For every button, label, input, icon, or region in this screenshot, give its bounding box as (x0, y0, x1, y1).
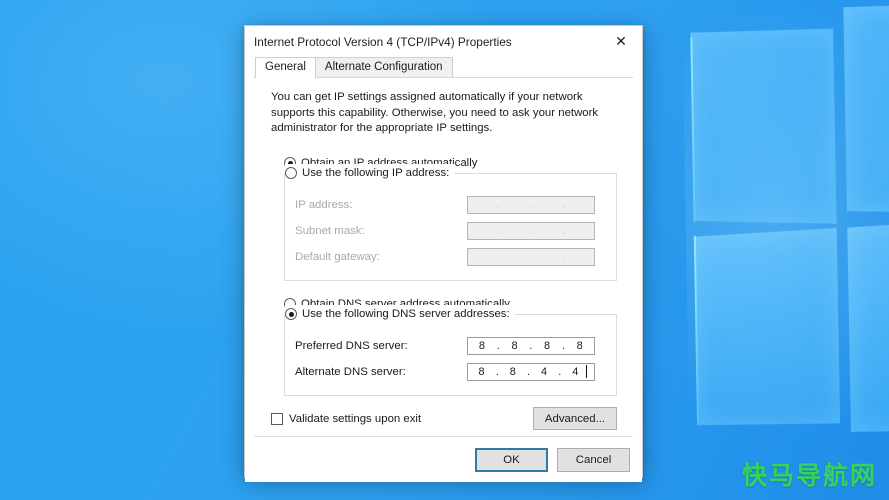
input-alternate-dns-server[interactable]: 8 . 8 . 4 . 4 (467, 363, 595, 381)
label-alternate-dns-server: Alternate DNS server: (295, 366, 467, 378)
tcpip-properties-dialog: Internet Protocol Version 4 (TCP/IPv4) P… (244, 25, 643, 478)
octet-separator: . (494, 366, 500, 378)
desktop: 快马导航网 Internet Protocol Version 4 (TCP/I… (0, 0, 889, 500)
octet-separator: . (561, 340, 567, 352)
radio-indicator-use-following-dns (285, 308, 297, 320)
octet-separator: . (526, 366, 532, 378)
field-row-preferred-dns: Preferred DNS server: 8 . 8 . 8 . 8 (295, 333, 606, 359)
octet-separator: . (528, 225, 534, 237)
cancel-button[interactable]: Cancel (557, 448, 630, 472)
tab-panel-general: You can get IP settings assigned automat… (254, 77, 633, 437)
input-subnet-mask[interactable]: . . . (467, 222, 595, 240)
field-row-default-gateway: Default gateway: . . . (295, 244, 606, 270)
input-default-gateway[interactable]: . . . (467, 248, 595, 266)
dialog-title: Internet Protocol Version 4 (TCP/IPv4) P… (254, 35, 512, 49)
input-preferred-dns-server[interactable]: 8 . 8 . 8 . 8 (467, 337, 595, 355)
octet-separator: . (561, 199, 567, 211)
octet: 8 (475, 340, 489, 352)
label-default-gateway: Default gateway: (295, 251, 467, 263)
text-caret (586, 365, 587, 378)
label-subnet-mask: Subnet mask: (295, 225, 467, 237)
tab-alternate-configuration[interactable]: Alternate Configuration (315, 57, 453, 78)
radio-use-following-ip[interactable]: Use the following IP address: (285, 164, 454, 183)
octet: 4 (537, 366, 551, 378)
windows-logo-wallpaper (682, 0, 889, 474)
octet: 8 (475, 366, 489, 378)
input-ip-address[interactable]: . . . (467, 196, 595, 214)
manual-dns-groupbox: Use the following DNS server addresses: … (284, 314, 617, 396)
checkbox-label-validate: Validate settings upon exit (289, 413, 421, 425)
octet-separator: . (528, 251, 534, 263)
logo-pane-top-right (843, 2, 889, 214)
radio-label-use-following-dns: Use the following DNS server addresses: (302, 308, 510, 320)
radio-label-use-following-ip: Use the following IP address: (302, 167, 449, 179)
radio-indicator-use-following-ip (285, 167, 297, 179)
logo-pane-top-left (690, 29, 836, 224)
octet-separator: . (557, 366, 563, 378)
octet-separator: . (561, 251, 567, 263)
octet-separator: . (561, 225, 567, 237)
dialog-footer: OK Cancel (245, 438, 642, 482)
field-row-ip-address: IP address: . . . (295, 192, 606, 218)
logo-pane-bottom-right (847, 218, 889, 432)
logo-pane-bottom-left (694, 228, 840, 425)
field-row-alternate-dns: Alternate DNS server: 8 . 8 . 4 . 4 (295, 359, 606, 385)
description-text: You can get IP settings assigned automat… (271, 90, 617, 137)
octet: 8 (540, 340, 554, 352)
tab-general[interactable]: General (255, 57, 316, 78)
octet-separator: . (495, 199, 501, 211)
octet: 8 (506, 366, 520, 378)
footer-divider (254, 436, 633, 437)
octet: 8 (508, 340, 522, 352)
octet-separator: . (528, 199, 534, 211)
octet-separator: . (495, 251, 501, 263)
octet: 4 (569, 366, 583, 378)
dialog-titlebar: Internet Protocol Version 4 (TCP/IPv4) P… (245, 26, 642, 57)
advanced-button[interactable]: Advanced... (533, 407, 617, 430)
bottom-options-row: Validate settings upon exit Advanced... (254, 402, 633, 436)
label-ip-address: IP address: (295, 199, 467, 211)
manual-ip-groupbox: Use the following IP address: IP address… (284, 173, 617, 281)
ok-button[interactable]: OK (475, 448, 548, 472)
label-preferred-dns-server: Preferred DNS server: (295, 340, 467, 352)
site-watermark: 快马导航网 (742, 456, 877, 492)
octet-separator: . (495, 340, 501, 352)
octet: 8 (573, 340, 587, 352)
octet-separator: . (528, 340, 534, 352)
octet-separator: . (495, 225, 501, 237)
field-row-subnet-mask: Subnet mask: . . . (295, 218, 606, 244)
dialog-content: You can get IP settings assigned automat… (254, 78, 633, 396)
tabstrip: General Alternate Configuration (245, 57, 642, 78)
close-icon[interactable]: ✕ (600, 27, 642, 57)
checkbox-validate-settings[interactable]: Validate settings upon exit (271, 413, 421, 425)
checkbox-indicator-validate (271, 413, 283, 425)
radio-use-following-dns[interactable]: Use the following DNS server addresses: (285, 305, 515, 324)
